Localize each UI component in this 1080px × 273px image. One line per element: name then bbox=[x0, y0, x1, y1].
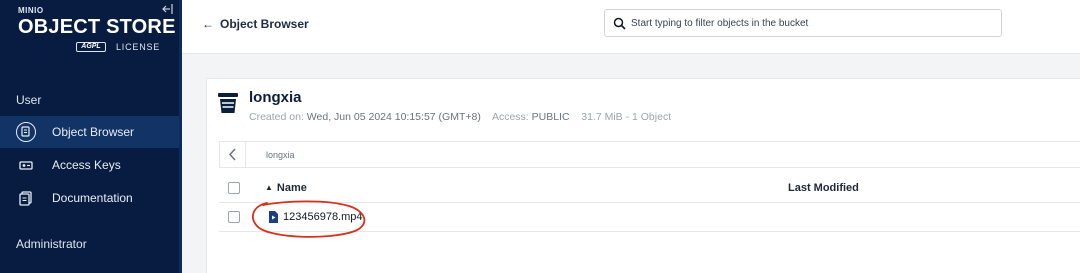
sidebar-item-access-keys[interactable]: Access Keys bbox=[0, 149, 179, 181]
access-value: PUBLIC bbox=[531, 111, 570, 123]
arrow-left-icon: ← bbox=[202, 17, 214, 31]
created-value: Wed, Jun 05 2024 10:15:57 (GMT+8) bbox=[306, 111, 481, 123]
column-name-label: Name bbox=[276, 182, 307, 194]
table-header: ▲ Name Last Modified bbox=[219, 175, 1080, 203]
back-to-object-browser-link[interactable]: ← Object Browser bbox=[202, 17, 309, 31]
breadcrumb: longxia bbox=[219, 141, 1080, 168]
file-icon bbox=[269, 211, 278, 223]
app-root: MINIO OBJECT STORE AGPL LICENSE User Obj… bbox=[0, 0, 1080, 273]
access-keys-icon bbox=[19, 161, 33, 170]
chevron-left-icon bbox=[228, 148, 236, 161]
sort-asc-icon: ▲ bbox=[265, 183, 273, 192]
admin-section-label: Administrator bbox=[16, 237, 87, 251]
sidebar-item-label: Object Browser bbox=[52, 125, 135, 139]
sidebar: MINIO OBJECT STORE AGPL LICENSE User Obj… bbox=[0, 0, 182, 273]
select-all-checkbox[interactable] bbox=[228, 182, 240, 194]
sidebar-item-documentation[interactable]: Documentation bbox=[0, 182, 179, 214]
back-link-label: Object Browser bbox=[220, 17, 309, 31]
search-box[interactable] bbox=[604, 9, 1002, 37]
table-row[interactable]: 123456978.mp4 bbox=[219, 203, 1080, 232]
file-name: 123456978.mp4 bbox=[283, 211, 363, 223]
brand-title: OBJECT STORE bbox=[18, 16, 176, 38]
brand-product: MINIO bbox=[18, 6, 44, 15]
bucket-panel: longxia Created on: Wed, Jun 05 2024 10:… bbox=[206, 78, 1080, 273]
user-section-label: User bbox=[16, 93, 42, 107]
documentation-icon bbox=[19, 191, 32, 206]
bucket-icon bbox=[218, 93, 238, 113]
sidebar-item-object-browser[interactable]: Object Browser bbox=[0, 116, 179, 148]
bucket-meta: Created on: Wed, Jun 05 2024 10:15:57 (G… bbox=[249, 111, 671, 123]
bucket-summary: 31.7 MiB - 1 Object bbox=[581, 111, 672, 123]
breadcrumb-back-button[interactable] bbox=[220, 142, 246, 167]
sidebar-item-label: Documentation bbox=[52, 191, 133, 205]
breadcrumb-path[interactable]: longxia bbox=[266, 150, 295, 160]
agpl-badge: AGPL bbox=[76, 42, 106, 52]
row-checkbox[interactable] bbox=[228, 211, 240, 223]
brand-license: LICENSE bbox=[116, 42, 161, 52]
object-browser-icon bbox=[16, 122, 36, 142]
top-header: ← Object Browser bbox=[182, 0, 1080, 54]
collapse-sidebar-icon[interactable] bbox=[161, 3, 173, 15]
access-label: Access: bbox=[491, 111, 529, 123]
column-header-last-modified[interactable]: Last Modified bbox=[788, 182, 859, 194]
brand-logo: MINIO OBJECT STORE AGPL LICENSE bbox=[18, 6, 175, 56]
bucket-name: longxia bbox=[249, 89, 302, 106]
search-icon bbox=[613, 17, 626, 30]
created-label: Created on: bbox=[249, 111, 304, 123]
column-header-name[interactable]: ▲ Name bbox=[265, 182, 307, 194]
sidebar-item-label: Access Keys bbox=[52, 158, 121, 172]
filter-objects-input[interactable] bbox=[631, 14, 991, 32]
